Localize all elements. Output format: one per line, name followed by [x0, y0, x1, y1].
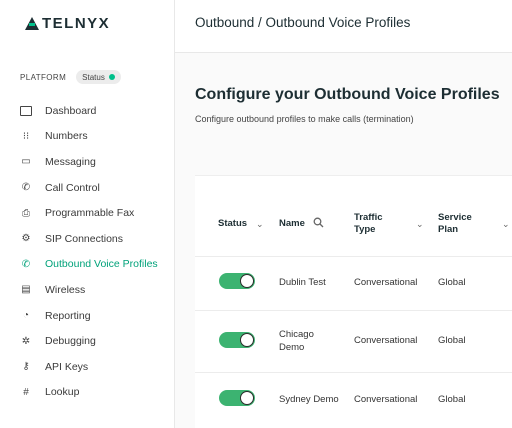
numbers-icon: ⁝⁝ [22, 130, 30, 142]
messaging-icon: ▭ [21, 156, 31, 168]
lookup-icon: # [23, 386, 29, 398]
telnyx-logo[interactable]: TELNYX [25, 13, 110, 33]
sidebar-item-api-keys[interactable]: ⚷ API Keys [0, 354, 174, 380]
profile-name[interactable]: Chicago Demo [279, 328, 314, 354]
sidebar-item-label: API Keys [45, 360, 89, 373]
top-header: Outbound / Outbound Voice Profiles [175, 0, 512, 53]
column-header-label: Plan [438, 224, 459, 235]
wireless-icon: ▤ [21, 284, 31, 296]
sidebar-item-sip-connections[interactable]: ⚙ SIP Connections [0, 226, 174, 252]
traffic-type: Conversational [354, 277, 418, 288]
column-header-label: Status [218, 218, 248, 229]
brand-name: TELNYX [42, 14, 111, 32]
call-control-icon: ✆ [21, 182, 31, 194]
divider [195, 372, 512, 373]
sidebar-item-reporting[interactable]: ◔ Reporting [0, 303, 174, 329]
sidebar-item-numbers[interactable]: ⁝⁝ Numbers [0, 124, 174, 150]
column-header-label: Traffic [354, 212, 383, 223]
page-title: Configure your Outbound Voice Profiles [195, 86, 500, 103]
status-dot-icon [108, 74, 115, 80]
chevron-down-icon[interactable]: ⌄ [416, 219, 424, 230]
chevron-down-icon[interactable]: ⌄ [502, 219, 510, 230]
sidebar-item-wireless[interactable]: ▤ Wireless [0, 277, 174, 303]
api-keys-icon: ⚷ [22, 361, 30, 373]
sidebar-item-label: Outbound Voice Profiles [45, 258, 158, 271]
sidebar-item-label: Debugging [45, 335, 96, 348]
column-header-traffic-type[interactable]: Traffic Type [354, 212, 383, 236]
column-header-label: Type [354, 224, 376, 235]
sidebar-item-label: Numbers [45, 130, 88, 143]
sidebar-item-label: Programmable Fax [45, 207, 135, 220]
page-subtitle: Configure outbound profiles to make call… [195, 114, 414, 124]
status-toggle[interactable] [219, 332, 255, 348]
telnyx-logo-icon [25, 16, 39, 30]
column-header-service-plan[interactable]: Service Plan [438, 212, 472, 236]
platform-label: PLATFORM [20, 72, 67, 82]
profile-name-line: Demo [279, 342, 305, 353]
sidebar-item-messaging[interactable]: ▭ Messaging [0, 149, 174, 175]
status-toggle[interactable] [219, 273, 255, 289]
sidebar-item-label: Dashboard [45, 104, 97, 117]
search-icon[interactable] [313, 217, 324, 230]
sidebar-item-call-control[interactable]: ✆ Call Control [0, 175, 174, 201]
divider [195, 310, 512, 311]
profile-name-line: Chicago [279, 329, 314, 340]
service-plan: Global [438, 394, 466, 405]
reporting-icon: ◔ [22, 310, 30, 322]
toggle-knob [240, 391, 254, 405]
status-toggle[interactable] [219, 390, 255, 406]
sip-icon: ⚙ [21, 233, 31, 245]
sidebar-item-programmable-fax[interactable]: ⎙ Programmable Fax [0, 200, 174, 226]
chevron-down-icon[interactable]: ⌄ [256, 219, 264, 230]
toggle-knob [240, 333, 254, 347]
profiles-table: Status ⌄ Name Traffic Type ⌄ Service Pla… [195, 175, 512, 428]
column-header-status[interactable]: Status [218, 218, 247, 230]
sidebar: TELNYX PLATFORM Status Dashboard ⁝⁝ Numb… [0, 0, 175, 428]
sidebar-item-label: Reporting [45, 309, 91, 322]
profile-name[interactable]: Sydney Demo [279, 393, 339, 406]
profile-name[interactable]: Dublin Test [279, 276, 326, 289]
debugging-icon: ✲ [21, 335, 31, 347]
sidebar-item-label: SIP Connections [45, 232, 124, 245]
divider [195, 256, 512, 257]
outbound-voice-icon: ✆ [21, 258, 31, 270]
dashboard-icon [19, 105, 33, 117]
sidebar-item-label: Messaging [45, 155, 96, 168]
service-plan: Global [438, 335, 466, 346]
sidebar-item-outbound-voice-profiles[interactable]: ✆ Outbound Voice Profiles [0, 252, 174, 278]
service-plan: Global [438, 277, 466, 288]
fax-icon: ⎙ [22, 207, 30, 219]
column-header-name[interactable]: Name [279, 218, 305, 230]
sidebar-item-debugging[interactable]: ✲ Debugging [0, 328, 174, 354]
sidebar-item-label: Lookup [45, 386, 80, 399]
platform-row: PLATFORM Status [20, 70, 121, 84]
status-badge[interactable]: Status [76, 70, 121, 84]
traffic-type: Conversational [354, 394, 418, 405]
column-header-label: Name [279, 218, 305, 229]
status-label: Status [82, 72, 105, 82]
traffic-type: Conversational [354, 335, 418, 346]
column-header-label: Service [438, 212, 472, 223]
sidebar-item-dashboard[interactable]: Dashboard [0, 98, 174, 124]
sidebar-item-lookup[interactable]: # Lookup [0, 380, 174, 406]
sidebar-nav: Dashboard ⁝⁝ Numbers ▭ Messaging ✆ Call … [0, 98, 174, 405]
sidebar-item-label: Call Control [45, 181, 100, 194]
breadcrumb: Outbound / Outbound Voice Profiles [195, 15, 411, 30]
toggle-knob [240, 274, 254, 288]
sidebar-item-label: Wireless [45, 283, 86, 296]
